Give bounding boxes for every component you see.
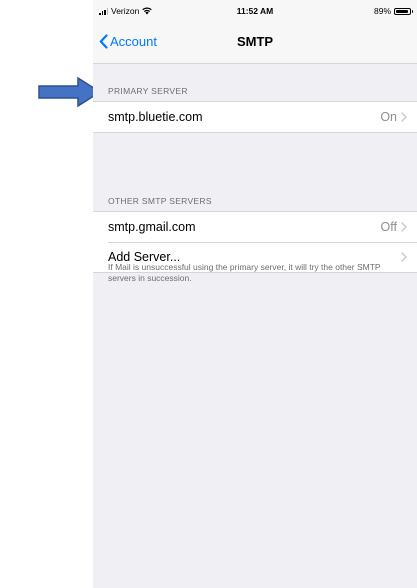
server-name: smtp.bluetie.com [108, 110, 203, 124]
status-right: 89% [373, 6, 413, 16]
battery-icon [394, 7, 413, 15]
other-servers-header: OTHER SMTP SERVERS [108, 196, 212, 206]
section-footer-text: If Mail is unsuccessful using the primar… [108, 262, 381, 283]
phone-screen: Verizon 11:52 AM 89% Account SMTP PRIMAR [93, 0, 417, 588]
battery-fill [396, 9, 408, 13]
server-name: smtp.gmail.com [108, 220, 196, 234]
server-status: Off [380, 220, 397, 234]
other-server-row[interactable]: smtp.gmail.com Off [93, 212, 417, 242]
navigation-bar: Account SMTP [93, 20, 417, 64]
status-bar: Verizon 11:52 AM 89% [93, 0, 417, 20]
primary-server-row[interactable]: smtp.bluetie.com On [93, 102, 417, 132]
battery-percent: 89% [373, 6, 391, 16]
battery-cap [411, 10, 413, 13]
server-status: On [380, 110, 397, 124]
chevron-right-icon [401, 252, 407, 262]
primary-server-group: smtp.bluetie.com On [93, 101, 417, 133]
chevron-right-icon [401, 222, 407, 232]
status-time: 11:52 AM [236, 6, 274, 16]
chevron-right-icon [401, 112, 407, 122]
primary-server-header: PRIMARY SERVER [108, 86, 188, 96]
page-title: SMTP [236, 34, 274, 49]
